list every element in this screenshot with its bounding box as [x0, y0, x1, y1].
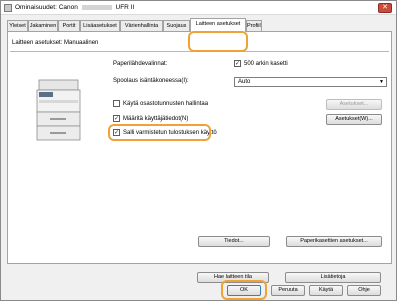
settings-w-button[interactable]: Asetukset(W)... [326, 114, 382, 125]
cassette-label: 500 arkin kasetti [244, 61, 288, 67]
close-button[interactable]: ✕ [378, 3, 392, 13]
printer-illustration [36, 79, 81, 141]
device-settings-panel: Laitteen asetukset: Manuaalinen Paperilä… [7, 31, 392, 264]
details-button[interactable]: Tiedot... [198, 236, 270, 247]
remote-print-highlight-frame [108, 124, 211, 141]
printer-name-redacted [81, 4, 112, 10]
apply-button[interactable]: Käytä [309, 285, 343, 296]
user-info-label: Määritä käyttäjätiedot(N) [123, 116, 189, 122]
tab-security[interactable]: Suojaus [163, 20, 190, 31]
panel-header: Laitteen asetukset: Manuaalinen [12, 40, 99, 46]
window-title: Ominaisuudet: Canon UFR II [15, 3, 134, 13]
help-button[interactable]: Ohje [347, 285, 381, 296]
spooling-value: Auto [238, 79, 251, 85]
tab-highlight-frame [188, 31, 248, 52]
window-title-suffix: UFR II [115, 4, 135, 11]
settings-button[interactable]: Asetukset... [326, 99, 382, 110]
paper-source-label: Paperilähdevalinnat: [113, 61, 168, 67]
tab-advanced[interactable]: Lisäasetukset [80, 20, 120, 31]
spooling-label: Spoolaus isäntäkoneessa(I): [113, 78, 189, 84]
ok-highlight-frame [221, 280, 267, 300]
dept-id-checkbox[interactable] [113, 100, 120, 107]
tab-profile[interactable]: Profiili [246, 20, 262, 31]
about-button[interactable]: Lisätietoja [285, 272, 381, 283]
tab-device-settings[interactable]: Laitteen asetukset [190, 18, 246, 32]
spooling-select[interactable]: Auto ▼ [234, 77, 387, 87]
tab-sharing[interactable]: Jakaminen [28, 20, 58, 31]
cassette-settings-button[interactable]: Paperikasettien asetukset... [286, 236, 382, 247]
tab-bar: Yleiset Jakaminen Portit Lisäasetukset V… [7, 18, 392, 52]
user-info-checkbox[interactable]: ✓ [113, 115, 120, 122]
window-title-prefix: Ominaisuudet: Canon [15, 4, 78, 11]
cassette-checkbox[interactable]: ✓ [234, 60, 241, 67]
tab-ports[interactable]: Portit [58, 20, 80, 31]
cancel-button[interactable]: Peruuta [271, 285, 305, 296]
printer-icon [4, 4, 12, 12]
tab-color-management[interactable]: Värienhallinta [120, 20, 163, 31]
properties-window: Ominaisuudet: Canon UFR II ✕ Yleiset Jak… [0, 0, 397, 301]
title-bar: Ominaisuudet: Canon UFR II ✕ [1, 1, 396, 15]
dept-id-label: Käytä osastotunnusten hallintaa [123, 101, 209, 107]
tab-general[interactable]: Yleiset [7, 20, 28, 31]
chevron-down-icon: ▼ [379, 79, 384, 85]
